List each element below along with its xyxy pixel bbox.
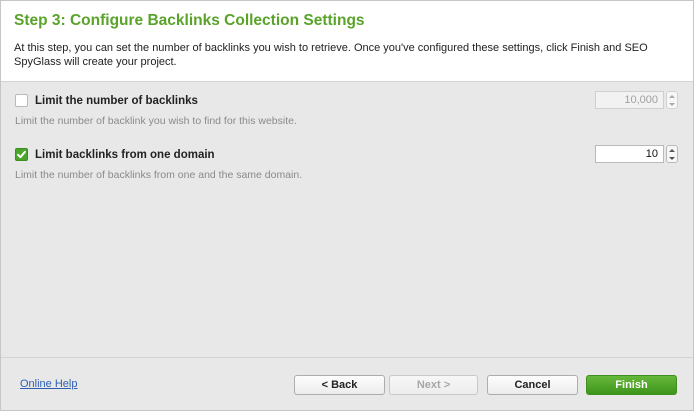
back-button[interactable]: < Back xyxy=(294,375,385,395)
limit-backlinks-checkbox[interactable] xyxy=(15,94,28,107)
option-limit-per-domain[interactable]: Limit backlinks from one domain xyxy=(15,148,215,161)
next-button[interactable]: Next > xyxy=(389,375,478,395)
limit-per-domain-input[interactable]: 10 xyxy=(595,145,664,163)
spinner-down-arrow-icon xyxy=(669,102,675,106)
limit-backlinks-input[interactable]: 10,000 xyxy=(595,91,664,109)
cancel-button[interactable]: Cancel xyxy=(487,375,578,395)
finish-button[interactable]: Finish xyxy=(586,375,677,395)
limit-backlinks-hint: Limit the number of backlink you wish to… xyxy=(15,115,297,127)
limit-per-domain-hint: Limit the number of backlinks from one a… xyxy=(15,169,303,181)
footer-divider xyxy=(1,357,693,358)
limit-per-domain-spinner: 10 xyxy=(595,145,678,163)
limit-per-domain-stepper[interactable] xyxy=(666,145,678,163)
limit-backlinks-label: Limit the number of backlinks xyxy=(35,94,198,107)
limit-backlinks-spinner: 10,000 xyxy=(595,91,678,109)
wizard-window: Step 3: Configure Backlinks Collection S… xyxy=(0,0,694,411)
limit-per-domain-label: Limit backlinks from one domain xyxy=(35,148,215,161)
step-description: At this step, you can set the number of … xyxy=(14,42,648,68)
limit-backlinks-stepper[interactable] xyxy=(666,91,678,109)
limit-per-domain-checkbox[interactable] xyxy=(15,148,28,161)
step-title: Step 3: Configure Backlinks Collection S… xyxy=(14,12,365,29)
spinner-up-arrow-icon xyxy=(669,94,675,98)
online-help-link[interactable]: Online Help xyxy=(20,378,77,390)
wizard-header: Step 3: Configure Backlinks Collection S… xyxy=(1,1,693,82)
spinner-down-arrow-icon xyxy=(669,156,675,160)
checkmark-icon xyxy=(17,150,26,159)
option-limit-backlinks[interactable]: Limit the number of backlinks xyxy=(15,94,198,107)
spinner-up-arrow-icon xyxy=(669,148,675,152)
